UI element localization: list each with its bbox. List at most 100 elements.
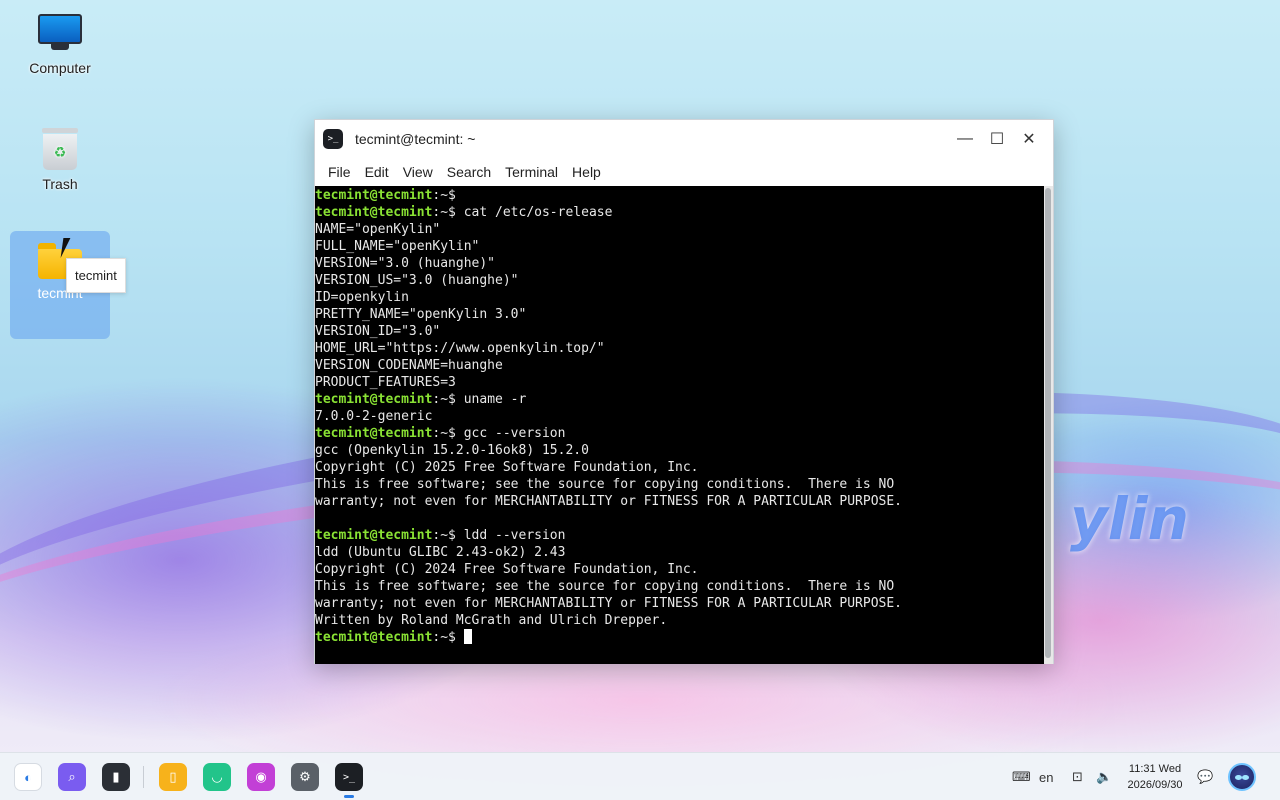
prompt-path: :~$ [432,426,456,441]
command-text: ldd --version [455,528,566,543]
menu-view[interactable]: View [396,164,440,180]
terminal-line: PRODUCT_FEATURES=3 [315,375,456,390]
prompt-path: :~$ [432,392,456,407]
desktop-icon-label: Trash [42,176,78,192]
terminal-output[interactable]: tecmint@tecmint:~$ tecmint@tecmint:~$ cat… [315,186,1045,664]
terminal-line: PRETTY_NAME="openKylin 3.0" [315,307,527,322]
terminal-line: This is free software; see the source fo… [315,477,895,492]
prompt-user: tecmint@tecmint [315,426,433,441]
minimize-button[interactable]: — [949,123,981,155]
window-titlebar[interactable]: >_ tecmint@tecmint: ~ — ☐ ✕ [315,120,1053,158]
search-button[interactable]: ⌕ [58,763,86,791]
terminal-scrollbar[interactable] [1044,186,1053,664]
multitask-view-button[interactable]: ▮ [102,763,130,791]
software-store-icon: ◡ [211,769,223,784]
file-manager-icon: ▯ [169,769,177,784]
terminal-line: VERSION_CODENAME=huanghe [315,358,503,373]
prompt-user: tecmint@tecmint [315,205,433,220]
menu-terminal[interactable]: Terminal [498,164,565,180]
multitask-view-icon: ▮ [112,769,120,784]
menu-search[interactable]: Search [440,164,498,180]
prompt-path: :~$ [432,205,456,220]
command-text [456,630,464,645]
terminal-line: Written by Roland McGrath and Ulrich Dre… [315,613,668,628]
start-menu-icon: ◐ [24,769,32,785]
camera-icon: ◉ [255,769,267,784]
prompt-user: tecmint@tecmint [315,528,433,543]
terminal-app-icon: >_ [342,771,356,783]
volume-button[interactable]: 🔈 [1096,753,1112,800]
keyboard-icon: ⌨ [1012,769,1031,784]
clock-date: 2026/09/30 [1127,779,1183,791]
command-text: cat /etc/os-release [455,205,613,220]
language-indicator[interactable]: en [1039,753,1053,800]
network-button[interactable]: ⊡ [1072,753,1083,800]
software-store-button[interactable]: ◡ [203,763,231,791]
terminal-app-icon: >_ [323,129,343,149]
prompt-user: tecmint@tecmint [315,392,433,407]
window-title: tecmint@tecmint: ~ [355,131,476,147]
volume-icon: 🔈 [1096,769,1113,784]
desktop-icon-trash[interactable]: ♻ Trash [10,128,110,192]
terminal-line: tecmint@tecmint:~$ ldd --version [315,527,1045,544]
menu-file[interactable]: File [321,164,358,180]
desktop-icon-computer[interactable]: Computer [10,14,110,76]
menu-edit[interactable]: Edit [358,164,396,180]
menu-help[interactable]: Help [565,164,608,180]
close-button[interactable]: ✕ [1013,123,1045,155]
text-cursor [463,629,472,644]
assistant-avatar-icon[interactable] [1228,763,1256,791]
clock[interactable]: 11:31 Wed 2026/09/30 [1122,761,1188,793]
terminal-line: Copyright (C) 2025 Free Software Foundat… [315,460,699,475]
taskbar: ◐ ⌕ ▮ ▯ ◡ ◉ ⚙ >_ ⌨ en ⊡ 🔈 11:31 Wed 2026… [0,752,1280,800]
trash-icon: ♻ [42,128,78,170]
terminal-line: Copyright (C) 2024 Free Software Foundat… [315,562,699,577]
prompt-user: tecmint@tecmint [315,188,433,203]
notification-icon: 💬 [1197,769,1214,784]
terminal-line: ID=openkylin [315,290,409,305]
terminal-line: tecmint@tecmint:~$ [315,187,1045,204]
terminal-line: ldd (Ubuntu GLIBC 2.43-ok2) 2.43 [315,545,566,560]
settings-button[interactable]: ⚙ [291,763,319,791]
prompt-path: :~$ [432,630,456,645]
network-icon: ⊡ [1072,769,1083,784]
scrollbar-thumb[interactable] [1045,188,1051,658]
terminal-line: FULL_NAME="openKylin" [315,239,480,254]
terminal-line: NAME="openKylin" [315,222,441,237]
desktop-icon-label: Computer [29,60,91,76]
terminal-line: tecmint@tecmint:~$ uname -r [315,391,1045,408]
command-text: gcc --version [455,426,566,441]
terminal-line: VERSION_US="3.0 (huanghe)" [315,273,519,288]
camera-button[interactable]: ◉ [247,763,275,791]
search-icon: ⌕ [68,769,76,784]
settings-icon: ⚙ [299,769,311,784]
prompt-user: tecmint@tecmint [315,630,433,645]
terminal-line: warranty; not even for MERCHANTABILITY o… [315,596,902,611]
terminal-line: VERSION_ID="3.0" [315,324,441,339]
terminal-line: warranty; not even for MERCHANTABILITY o… [315,494,902,509]
mouse-cursor-icon [60,238,78,258]
notification-button[interactable]: 💬 [1197,753,1213,800]
terminal-line: This is free software; see the source fo… [315,579,895,594]
terminal-window[interactable]: >_ tecmint@tecmint: ~ — ☐ ✕ File Edit Vi… [314,119,1054,664]
keyboard-button[interactable]: ⌨ [1012,753,1031,800]
terminal-line: tecmint@tecmint:~$ [315,629,1045,646]
computer-icon [38,14,82,54]
terminal-line: tecmint@tecmint:~$ gcc --version [315,425,1045,442]
active-app-indicator [344,795,354,798]
taskbar-separator [143,766,144,788]
terminal-line: tecmint@tecmint:~$ cat /etc/os-release [315,204,1045,221]
maximize-button[interactable]: ☐ [981,123,1013,155]
prompt-path: :~$ [432,528,456,543]
terminal-line: VERSION="3.0 (huanghe)" [315,256,496,271]
command-text: uname -r [455,392,527,407]
clock-time: 11:31 Wed [1128,763,1182,775]
terminal-line: HOME_URL="https://www.openkylin.top/" [315,341,605,356]
terminal-line: 7.0.0-2-generic [315,409,433,424]
file-manager-button[interactable]: ▯ [159,763,187,791]
tooltip: tecmint [66,258,126,293]
terminal-taskbar-button[interactable]: >_ [335,763,363,791]
start-menu-button[interactable]: ◐ [14,763,42,791]
wallpaper-brand-text: ylin [1070,485,1189,553]
